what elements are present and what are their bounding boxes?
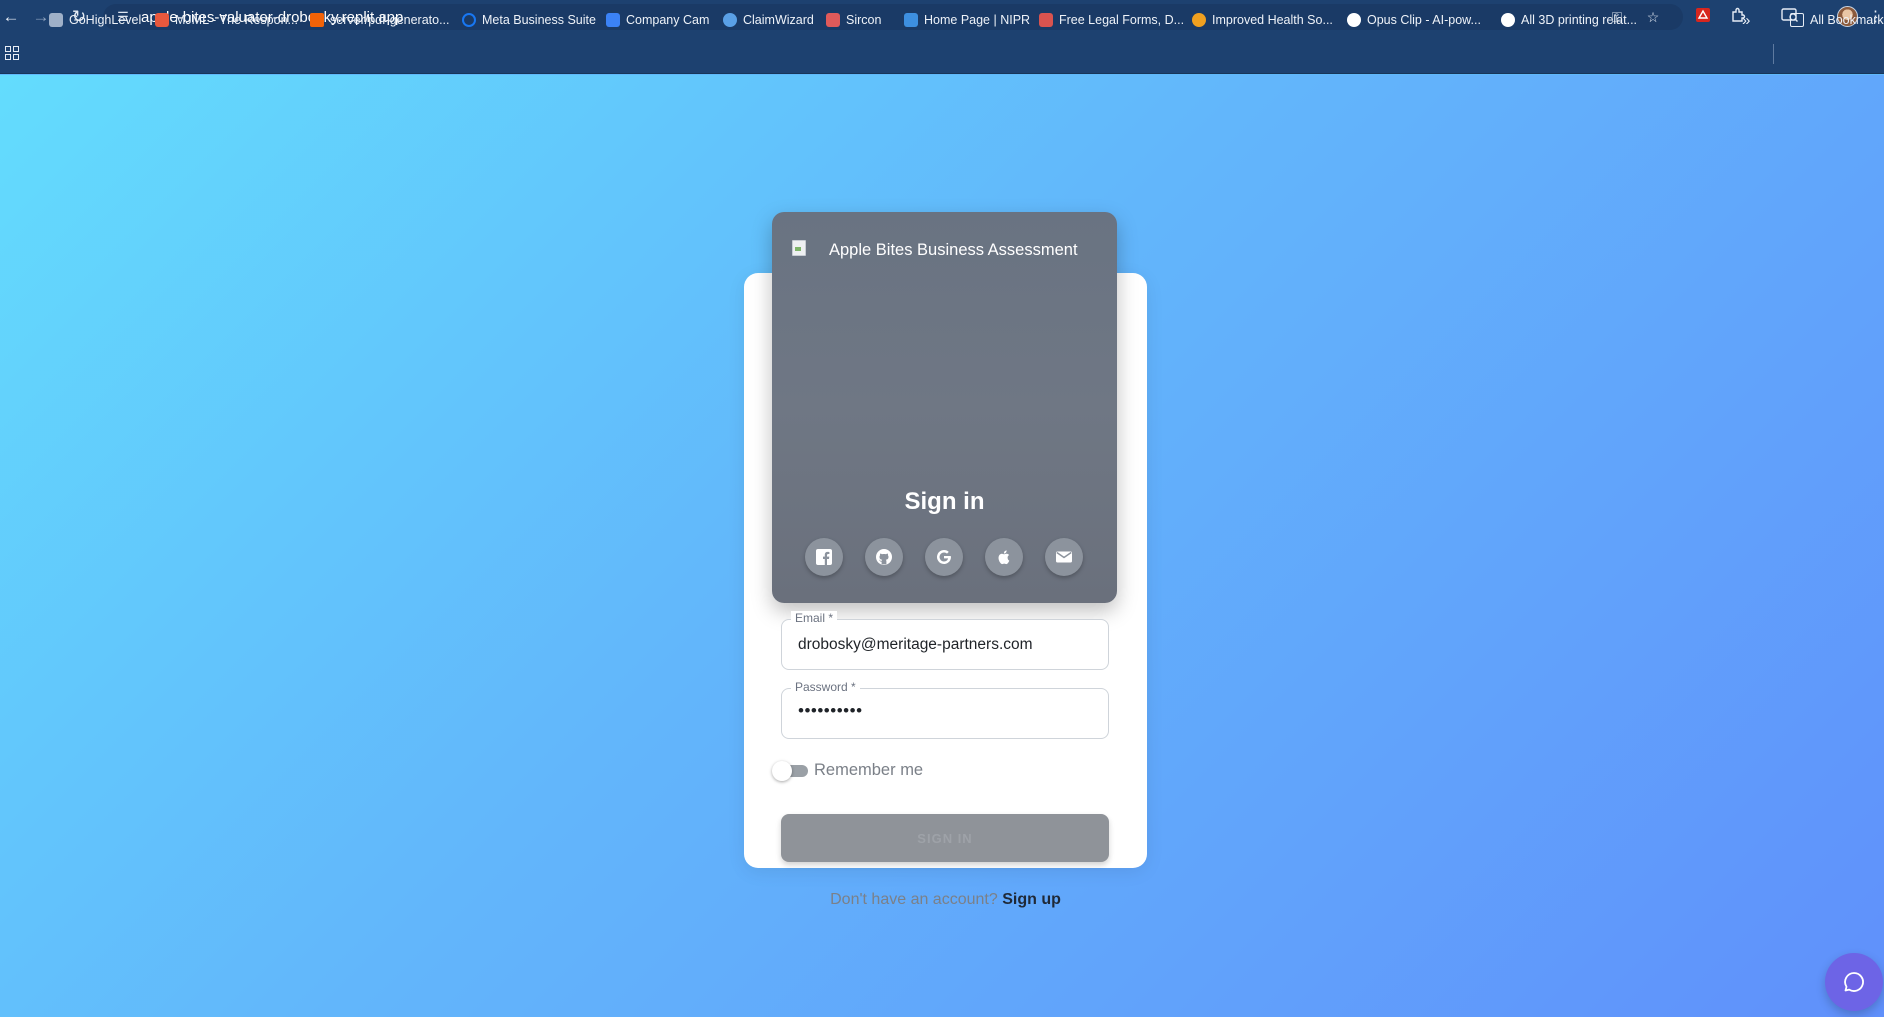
bookmark-free-legal-forms[interactable]: Free Legal Forms, D... (1039, 11, 1184, 29)
bookmark-claimwizard[interactable]: ClaimWizard (723, 11, 814, 29)
health-icon (1192, 13, 1206, 27)
bookmark-nipr[interactable]: Home Page | NIPR (904, 11, 1030, 29)
bookmark-label: Company Cam (626, 13, 710, 27)
bookmarks-bar (0, 34, 1884, 74)
remember-me-switch[interactable] (772, 761, 792, 781)
bookmark-improved-health[interactable]: Improved Health So... (1192, 11, 1333, 29)
bookmark-company-cam[interactable]: Company Cam (606, 11, 709, 29)
legalforms-icon (1039, 13, 1053, 27)
remember-me-label[interactable]: Remember me (814, 761, 923, 780)
email-signin-button[interactable] (1045, 538, 1083, 576)
all-bookmarks-folder[interactable]: All Bookmarks (1790, 11, 1884, 29)
apple-icon (998, 550, 1010, 565)
bookmark-label: Improved Health So... (1212, 13, 1333, 27)
back-arrow-icon[interactable]: ← (0, 6, 22, 28)
bookmark-label: Meta Business Suite (482, 13, 596, 27)
bookmark-label: All Bookmarks (1810, 13, 1884, 27)
claimwizard-icon (723, 13, 737, 27)
bookmark-label: ClaimWizard (743, 13, 814, 27)
app-title: Apple Bites Business Assessment (829, 241, 1078, 259)
facebook-icon (816, 549, 832, 565)
signin-button[interactable]: SIGN IN (781, 814, 1109, 862)
sircon-icon (826, 13, 840, 27)
bookmark-label: server/pdf-generato... (330, 13, 450, 27)
bookmark-mjml[interactable]: MJML - The Respon... (155, 11, 298, 29)
folder-icon (1790, 13, 1804, 27)
bookmark-label: Free Legal Forms, D... (1059, 13, 1185, 27)
bookmark-sircon[interactable]: Sircon (826, 11, 881, 29)
signup-prompt: Don't have an account? (830, 891, 998, 908)
signup-prompt-row: Don't have an account? Sign up (744, 891, 1147, 909)
bookmark-star-icon[interactable]: ☆ (1643, 8, 1663, 26)
password-input[interactable]: •••••••••• (798, 701, 863, 721)
signin-heading: Sign in (904, 488, 985, 515)
more-bookmarks-chevron-icon[interactable]: » (1742, 11, 1750, 29)
bookmark-label: MJML - The Respon... (175, 13, 298, 27)
replit-icon (310, 13, 324, 27)
bookmark-gohighlevel[interactable]: GoHighLevel (49, 11, 141, 29)
pdf-extension-icon[interactable] (1692, 7, 1714, 27)
bookmark-replit-server[interactable]: server/pdf-generato... (310, 11, 450, 29)
bookmark-label: All 3D printing relat... (1521, 13, 1638, 27)
bookmark-meta-business-suite[interactable]: Meta Business Suite (462, 11, 596, 29)
bookmark-label: Sircon (846, 13, 882, 27)
email-label: Email * (791, 611, 838, 625)
google-signin-button[interactable] (925, 538, 963, 576)
bookmarks-divider (1773, 44, 1774, 64)
password-label: Password * (791, 680, 860, 694)
email-icon (1056, 551, 1072, 563)
globe-icon (1501, 13, 1515, 27)
logo-broken-image-icon (792, 240, 806, 256)
companycam-icon (606, 13, 620, 27)
github-icon (876, 549, 892, 565)
signup-link[interactable]: Sign up (1002, 891, 1061, 908)
mjml-icon (155, 13, 169, 27)
email-input[interactable]: drobosky@meritage-partners.com (798, 636, 1033, 654)
signin-header-card: Apple Bites Business Assessment Sign in (772, 212, 1117, 603)
apple-signin-button[interactable] (985, 538, 1023, 576)
bookmark-label: Opus Clip - AI-pow... (1367, 13, 1481, 27)
gohighlevel-icon (49, 13, 63, 27)
nipr-icon (904, 13, 918, 27)
google-icon (937, 549, 951, 564)
bookmark-label: GoHighLevel (69, 13, 142, 27)
chat-widget-button[interactable] (1825, 953, 1883, 1011)
chat-bubble-icon (1844, 972, 1864, 992)
bookmark-3d-printing[interactable]: All 3D printing relat... (1501, 11, 1637, 29)
apps-grid-icon[interactable] (5, 46, 19, 60)
bookmark-opus-clip[interactable]: Opus Clip - AI-pow... (1347, 11, 1481, 29)
bookmark-label: Home Page | NIPR (924, 13, 1031, 27)
meta-icon (462, 13, 476, 27)
password-field[interactable]: Password * •••••••••• (781, 680, 1109, 739)
opusclip-icon (1347, 13, 1361, 27)
email-field[interactable]: Email * drobosky@meritage-partners.com (781, 611, 1109, 670)
github-signin-button[interactable] (865, 538, 903, 576)
facebook-signin-button[interactable] (805, 538, 843, 576)
